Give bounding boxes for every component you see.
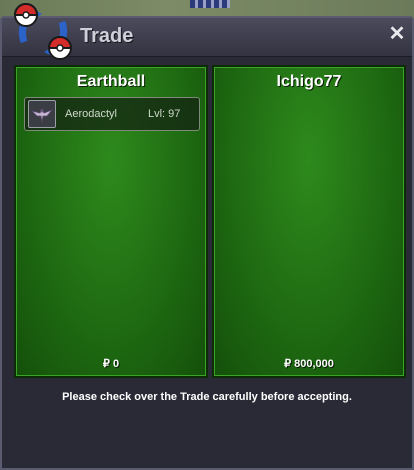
trade-logo-icon	[13, 3, 73, 60]
my-player-name: Earthball	[76, 73, 146, 90]
aerodactyl-sprite-icon	[28, 100, 56, 128]
their-money-offer: ₽ 800,000	[284, 358, 334, 370]
trade-warning-text: Please check over the Trade carefully be…	[62, 391, 352, 403]
their-offer-panel: Ichigo77 ₽ 800,000	[212, 65, 406, 378]
pokemon-level: Lvl: 97	[148, 108, 181, 120]
trade-item-slot[interactable]: Aerodactyl Lvl: 97	[24, 97, 200, 131]
close-icon[interactable]: ✕	[388, 24, 406, 44]
pokemon-name: Aerodactyl	[65, 108, 117, 120]
window-title: Trade	[80, 25, 134, 47]
my-offer-panel: Earthball Aerodactyl Lvl: 97 ₽ 0	[14, 65, 208, 378]
my-money-offer: ₽ 0	[102, 358, 120, 370]
trade-window: Trade ✕ Earthball Aerodactyl Lvl: 97 ₽ 0…	[0, 3, 414, 470]
their-player-name: Ichigo77	[276, 73, 342, 90]
background-sprite	[190, 0, 230, 8]
